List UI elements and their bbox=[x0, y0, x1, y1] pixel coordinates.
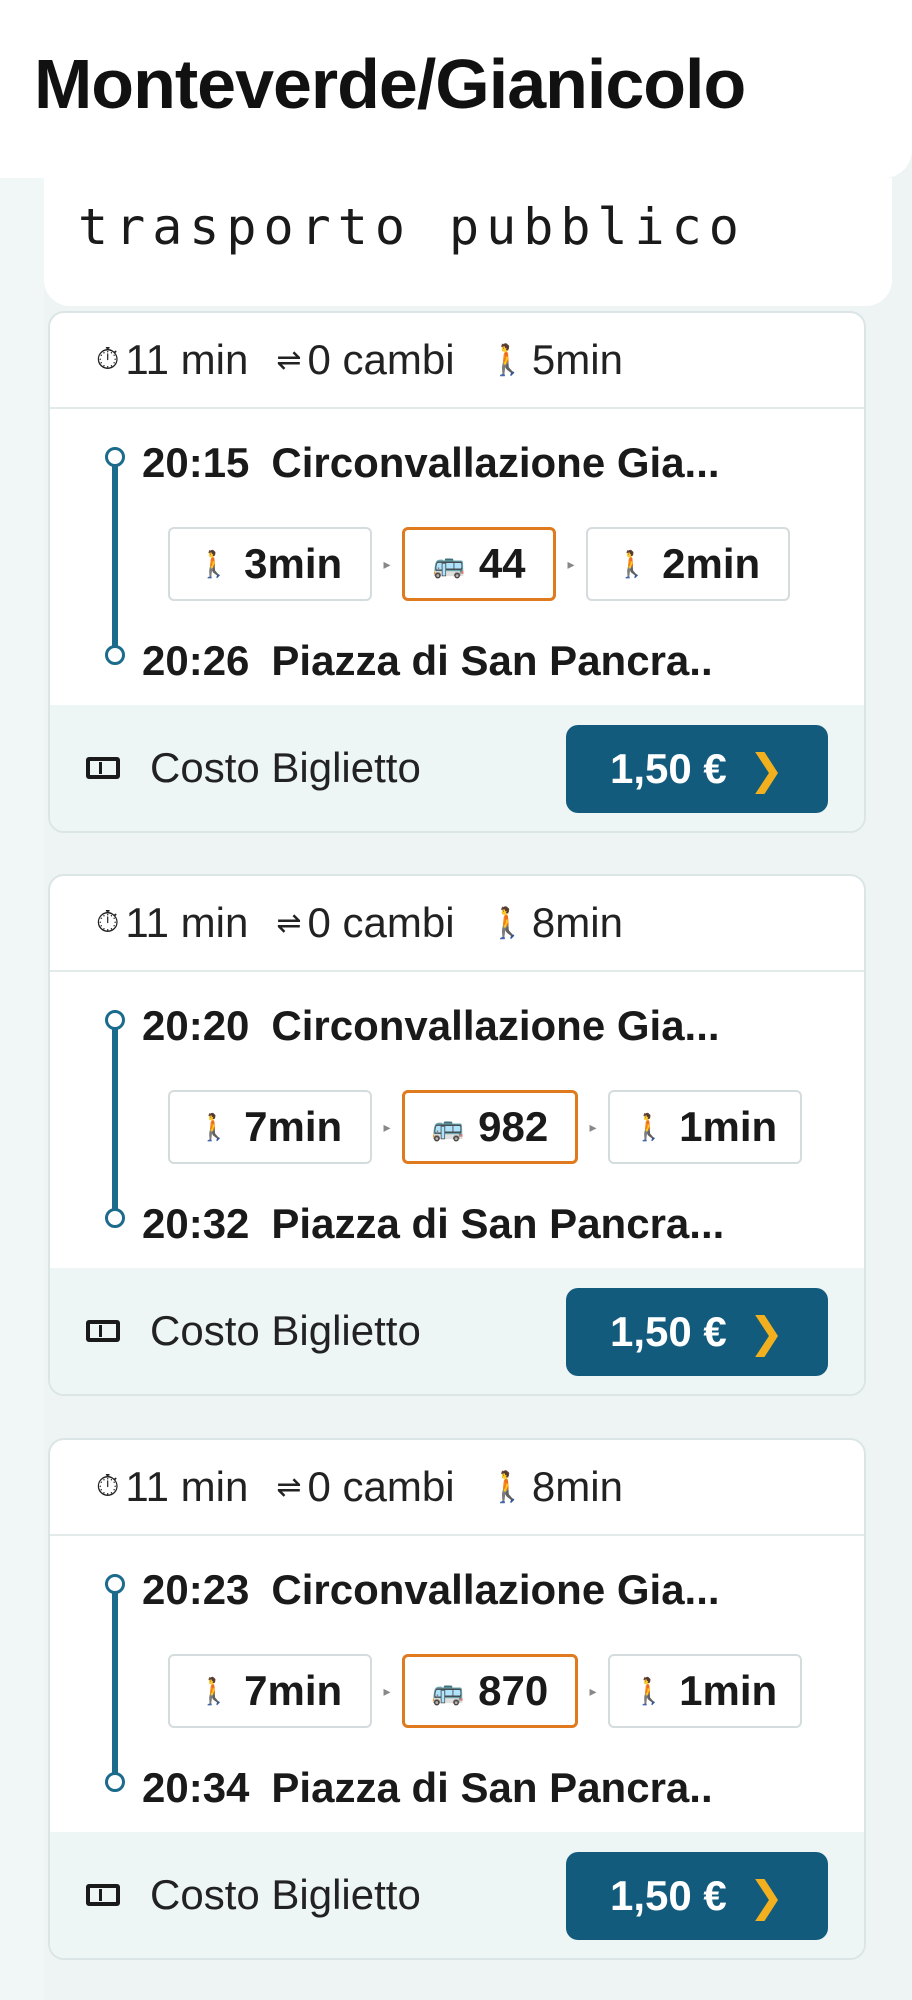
walking-person-icon: 🚶 bbox=[632, 1675, 666, 1706]
departure-dot bbox=[105, 1010, 125, 1030]
background-panel bbox=[0, 178, 44, 2000]
route-legs: 🚶 3min ▸ 🚌 44 ▸ 🚶 2min bbox=[168, 527, 790, 601]
walk-time: 5min bbox=[531, 336, 623, 383]
ticket-label: Costo Biglietto bbox=[150, 1307, 421, 1354]
leg-arrow-icon: ▸ bbox=[383, 1682, 391, 1699]
route-summary: ⏱ 11 min ⇌ 0 cambi 🚶 5min bbox=[50, 313, 864, 409]
walk-leg: 🚶 1min bbox=[608, 1090, 802, 1164]
arrival-dot bbox=[105, 1208, 125, 1228]
swap-arrows-icon: ⇌ bbox=[276, 906, 302, 940]
walking-person-icon: 🚶 bbox=[615, 548, 649, 579]
clock-icon: ⏱ bbox=[96, 343, 120, 376]
duration: 11 min bbox=[125, 899, 249, 946]
bus-icon: 🚌 bbox=[432, 548, 465, 579]
duration: 11 min bbox=[125, 336, 249, 383]
route-timeline: 20:23 Circonvallazione Gia... 🚶 7min ▸ 🚌 87… bbox=[50, 1536, 864, 1836]
walking-person-icon: 🚶 bbox=[197, 1111, 231, 1142]
walk-time: 8min bbox=[531, 899, 623, 946]
departure-stop: 20:15 Circonvallazione Gia... bbox=[142, 439, 720, 486]
price-button[interactable]: 1,50 € ❯ bbox=[566, 725, 828, 813]
leg-arrow-icon: ▸ bbox=[383, 555, 391, 572]
price-button[interactable]: 1,50 € ❯ bbox=[566, 1288, 828, 1376]
route-timeline: 20:15 Circonvallazione Gia... 🚶 3min ▸ 🚌 44… bbox=[50, 409, 864, 709]
departure-dot bbox=[105, 447, 125, 467]
ticket-icon bbox=[86, 1320, 120, 1342]
walking-person-icon: 🚶 bbox=[488, 1470, 526, 1504]
ticket-icon bbox=[86, 1884, 120, 1906]
route-legs: 🚶 7min ▸ 🚌 870 ▸ 🚶 1min bbox=[168, 1654, 802, 1728]
walk-time: 8min bbox=[531, 1463, 623, 1510]
chevron-right-icon: ❯ bbox=[748, 1308, 784, 1356]
walking-person-icon: 🚶 bbox=[632, 1111, 666, 1142]
walk-leg: 🚶 2min bbox=[586, 527, 790, 601]
departure-stop: 20:23 Circonvallazione Gia... bbox=[142, 1566, 720, 1613]
route-line bbox=[112, 1018, 118, 1218]
route-summary: ⏱ 11 min ⇌ 0 cambi 🚶 8min bbox=[50, 876, 864, 972]
departure-stop: 20:20 Circonvallazione Gia... bbox=[142, 1002, 720, 1049]
ticket-footer: Costo Biglietto 1,50 € ❯ bbox=[50, 705, 864, 831]
walk-leg: 🚶 1min bbox=[608, 1654, 802, 1728]
route-line bbox=[112, 455, 118, 655]
bus-leg: 🚌 982 bbox=[402, 1090, 578, 1164]
route-card[interactable]: ⏱ 11 min ⇌ 0 cambi 🚶 8min 20:20 Circonvallaz… bbox=[48, 874, 866, 1396]
arrival-stop: 20:32 Piazza di San Pancra... bbox=[142, 1200, 725, 1247]
duration: 11 min bbox=[125, 1463, 249, 1510]
chevron-right-icon: ❯ bbox=[748, 1872, 784, 1920]
bus-leg: 🚌 870 bbox=[402, 1654, 578, 1728]
bus-icon: 🚌 bbox=[431, 1675, 465, 1706]
walk-leg: 🚶 7min bbox=[168, 1654, 372, 1728]
arrival-stop: 20:26 Piazza di San Pancra.. bbox=[142, 637, 713, 684]
clock-icon: ⏱ bbox=[96, 906, 120, 939]
leg-arrow-icon: ▸ bbox=[589, 1118, 597, 1135]
changes: 0 cambi bbox=[307, 336, 455, 383]
swap-arrows-icon: ⇌ bbox=[276, 1470, 302, 1504]
arrival-dot bbox=[105, 1772, 125, 1792]
page-subtitle: trasporto pubblico bbox=[78, 198, 746, 256]
departure-dot bbox=[105, 1574, 125, 1594]
bus-icon: 🚌 bbox=[431, 1111, 465, 1142]
swap-arrows-icon: ⇌ bbox=[276, 343, 302, 377]
ticket-icon bbox=[86, 757, 120, 779]
chevron-right-icon: ❯ bbox=[748, 745, 784, 793]
route-summary: ⏱ 11 min ⇌ 0 cambi 🚶 8min bbox=[50, 1440, 864, 1536]
changes: 0 cambi bbox=[307, 1463, 455, 1510]
price-button[interactable]: 1,50 € ❯ bbox=[566, 1852, 828, 1940]
walking-person-icon: 🚶 bbox=[488, 906, 526, 940]
ticket-label: Costo Biglietto bbox=[150, 744, 421, 791]
route-timeline: 20:20 Circonvallazione Gia... 🚶 7min ▸ 🚌 98… bbox=[50, 972, 864, 1272]
walk-leg: 🚶 7min bbox=[168, 1090, 372, 1164]
ticket-footer: Costo Biglietto 1,50 € ❯ bbox=[50, 1832, 864, 1958]
ticket-footer: Costo Biglietto 1,50 € ❯ bbox=[50, 1268, 864, 1394]
page-title: Monteverde/Gianicolo bbox=[34, 45, 746, 123]
leg-arrow-icon: ▸ bbox=[567, 555, 575, 572]
route-card[interactable]: ⏱ 11 min ⇌ 0 cambi 🚶 5min 20:15 Circonvallaz… bbox=[48, 311, 866, 833]
leg-arrow-icon: ▸ bbox=[589, 1682, 597, 1699]
route-legs: 🚶 7min ▸ 🚌 982 ▸ 🚶 1min bbox=[168, 1090, 802, 1164]
changes: 0 cambi bbox=[307, 899, 455, 946]
clock-icon: ⏱ bbox=[96, 1470, 120, 1503]
walking-person-icon: 🚶 bbox=[197, 1675, 231, 1706]
arrival-dot bbox=[105, 645, 125, 665]
walking-person-icon: 🚶 bbox=[197, 548, 231, 579]
walk-leg: 🚶 3min bbox=[168, 527, 372, 601]
bus-leg: 🚌 44 bbox=[402, 527, 556, 601]
route-line bbox=[112, 1582, 118, 1782]
leg-arrow-icon: ▸ bbox=[383, 1118, 391, 1135]
ticket-label: Costo Biglietto bbox=[150, 1871, 421, 1918]
walking-person-icon: 🚶 bbox=[488, 343, 526, 377]
route-card[interactable]: ⏱ 11 min ⇌ 0 cambi 🚶 8min 20:23 Circonvallaz… bbox=[48, 1438, 866, 1960]
arrival-stop: 20:34 Piazza di San Pancra.. bbox=[142, 1764, 713, 1811]
header: Monteverde/Gianicolo bbox=[0, 0, 912, 178]
